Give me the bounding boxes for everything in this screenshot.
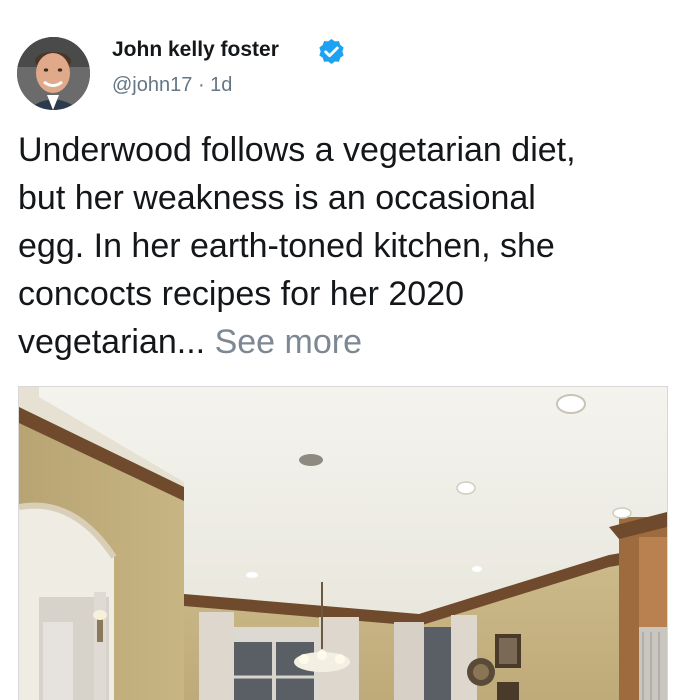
tweet-text-line: but her weakness is an occasional bbox=[18, 179, 536, 217]
tweet-text-line: Underwood follows a vegetarian diet, bbox=[18, 131, 576, 169]
tweet-text-last-line: vegetarian... See more bbox=[18, 318, 686, 366]
avatar[interactable] bbox=[17, 37, 90, 110]
verified-badge-icon bbox=[319, 38, 344, 64]
tweet-card: John kelly foster @john17 · 1d Underwood… bbox=[0, 0, 700, 700]
tweet-timestamp[interactable]: 1d bbox=[210, 74, 232, 96]
tweet-meta: @john17 · 1d bbox=[112, 74, 232, 97]
meta-separator: · bbox=[197, 74, 205, 96]
see-more-link[interactable]: See more bbox=[215, 323, 362, 361]
tweet-text-line: vegetarian... bbox=[18, 323, 206, 361]
tweet-media-image[interactable] bbox=[18, 386, 668, 700]
avatar-image bbox=[17, 37, 90, 110]
author-name[interactable]: John kelly foster bbox=[112, 38, 279, 62]
tweet-text-line: egg. In her earth-toned kitchen, she bbox=[18, 227, 555, 265]
author-handle[interactable]: @john17 bbox=[112, 74, 192, 96]
tweet-text: Underwood follows a vegetarian diet, but… bbox=[18, 126, 686, 366]
kitchen-photo bbox=[19, 387, 667, 700]
tweet-text-line: concocts recipes for her 2020 bbox=[18, 275, 465, 313]
